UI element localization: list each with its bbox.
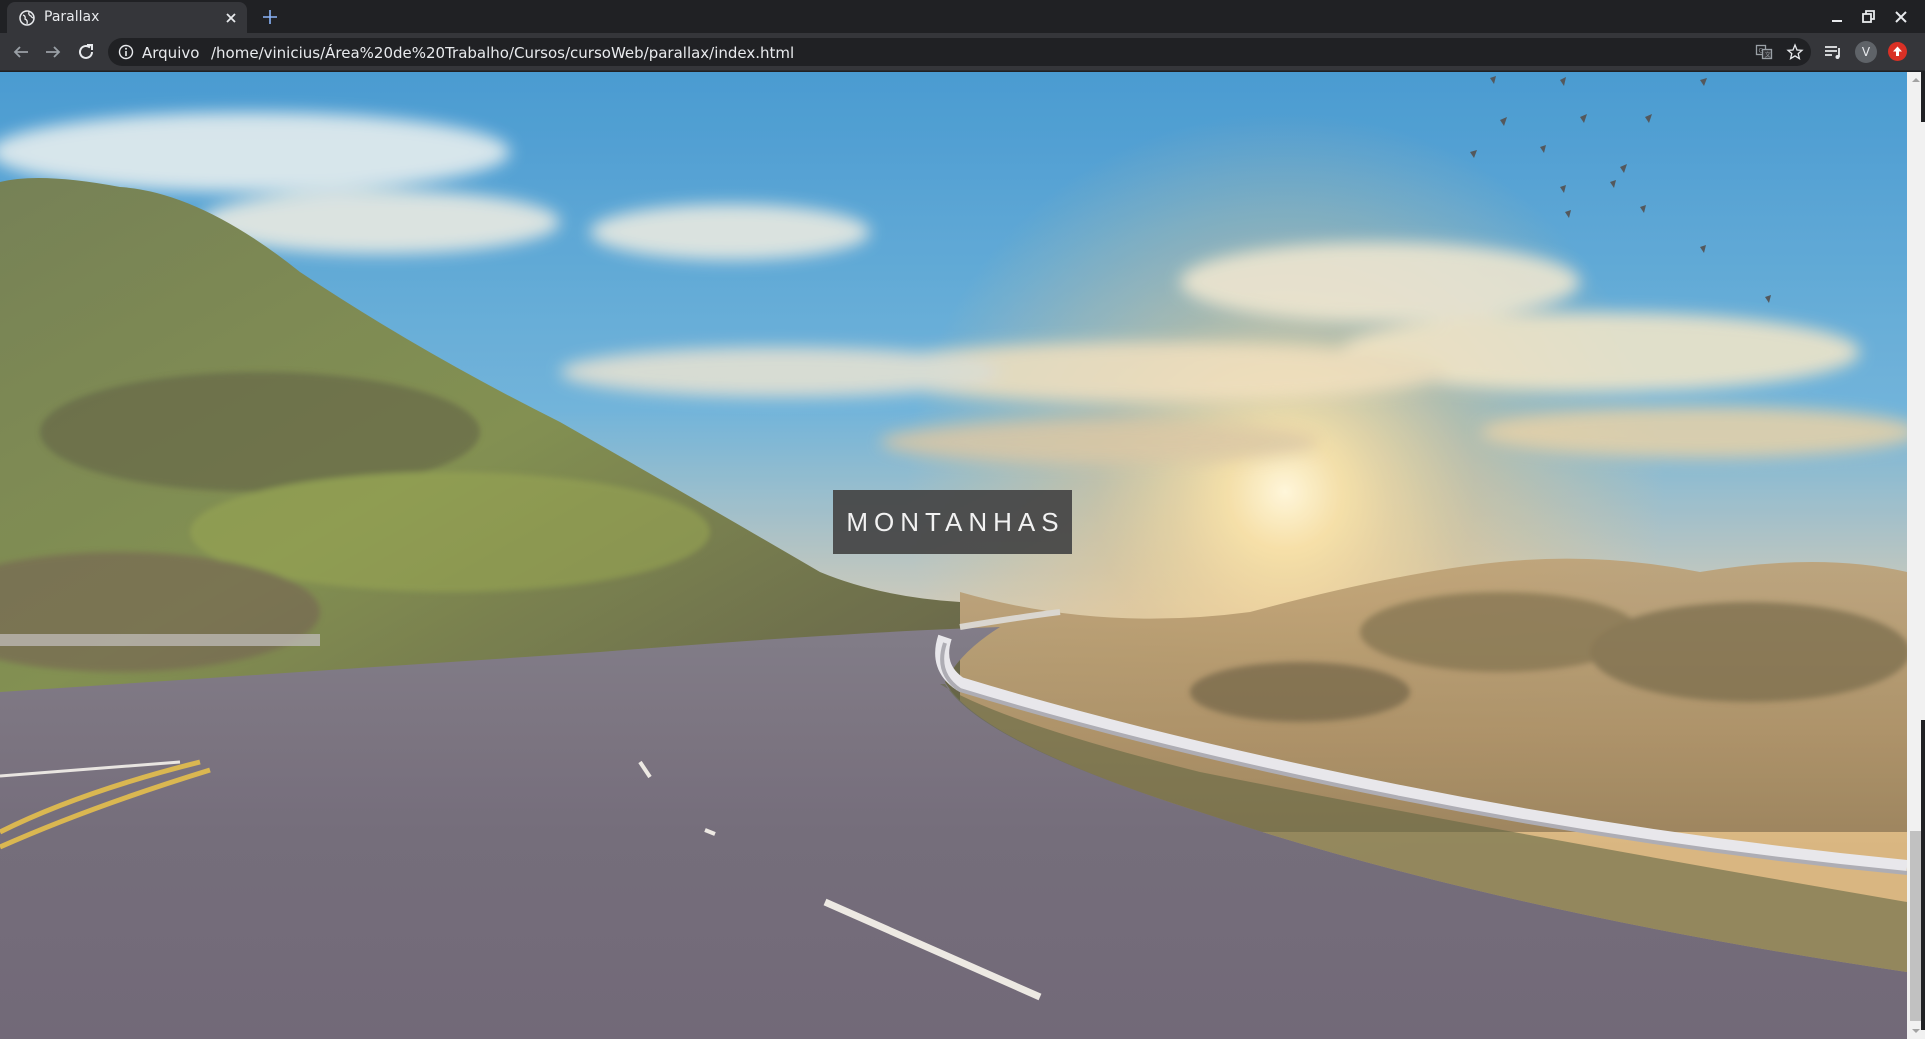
close-icon[interactable] [221,8,241,28]
tab-parallax[interactable]: Parallax [7,2,247,33]
hero-title: MONTANHAS [833,490,1072,554]
tab-strip: Parallax [0,0,1925,33]
page-viewport: MONTANHAS [0,72,1925,1039]
extension-icon[interactable] [1888,42,1907,61]
arrow-right-icon[interactable] [41,40,65,64]
hero-section [0,72,1907,1039]
media-queue-icon[interactable] [1822,41,1844,63]
tab-title: Parallax [44,9,100,25]
minimize-icon[interactable] [1825,5,1849,29]
scroll-edge-top [1921,72,1925,122]
info-icon[interactable] [118,44,134,60]
plus-icon[interactable] [258,5,282,29]
arrow-left-icon[interactable] [9,40,33,64]
reload-icon[interactable] [74,40,98,64]
star-icon[interactable] [1786,43,1804,61]
url-text[interactable]: /home/vinicius/Área%20de%20Trabalho/Curs… [211,44,794,62]
window-close-icon[interactable] [1889,5,1913,29]
restore-icon[interactable] [1856,5,1880,29]
extension-arrow-icon [1893,46,1902,56]
scroll-up-icon[interactable] [1911,75,1921,85]
scroll-edge-bottom [1921,720,1925,1030]
globe-icon [19,10,35,26]
browser-toolbar: Arquivo /home/vinicius/Área%20de%20Traba… [0,33,1925,71]
mountain-road-background [0,72,1907,1039]
origin-chip[interactable]: Arquivo [142,44,199,62]
scroll-down-icon[interactable] [1911,1026,1921,1036]
translate-icon[interactable]: G 文 [1755,43,1773,61]
address-bar[interactable]: Arquivo /home/vinicius/Área%20de%20Traba… [108,38,1811,66]
svg-text:G: G [1759,48,1764,55]
svg-text:文: 文 [1765,51,1771,59]
profile-avatar[interactable]: V [1855,41,1877,63]
